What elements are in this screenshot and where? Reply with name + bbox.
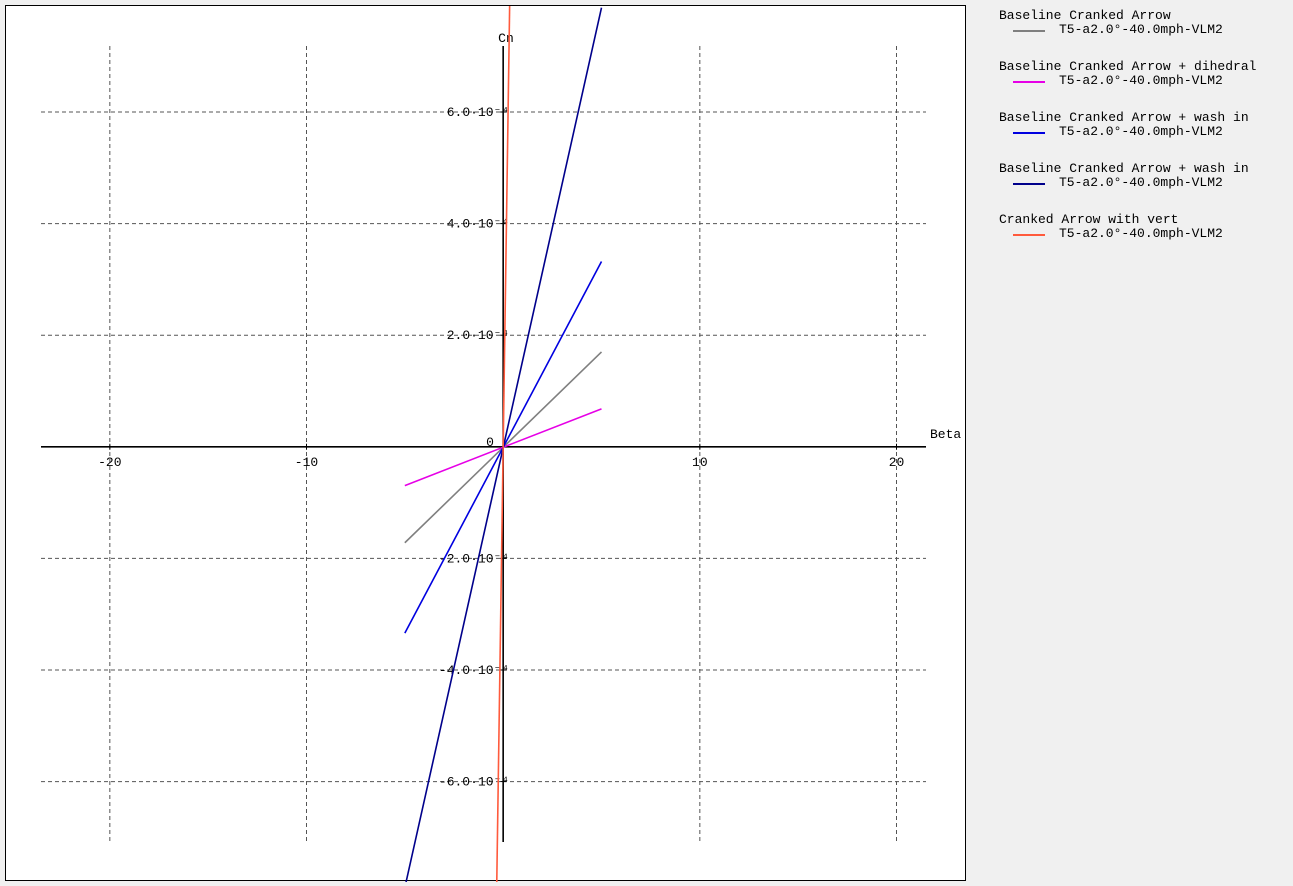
x-tick-label: 10 bbox=[692, 455, 708, 470]
legend-swatch bbox=[1013, 132, 1045, 134]
legend-series-name: Baseline Cranked Arrow + dihedral bbox=[999, 59, 1257, 74]
legend-swatch bbox=[1013, 81, 1045, 83]
x-tick-label: -10 bbox=[295, 455, 318, 470]
legend: Baseline Cranked Arrow T5-a2.0°-40.0mph-V… bbox=[999, 9, 1293, 264]
legend-series-name: Cranked Arrow with vert bbox=[999, 212, 1179, 227]
legend-swatch bbox=[1013, 183, 1045, 185]
legend-series-subtitle: T5-a2.0°-40.0mph-VLM2 bbox=[1059, 175, 1223, 190]
y-tick-label: 4.0·10⁻⁴ bbox=[447, 217, 509, 232]
x-tick-label: -20 bbox=[98, 455, 121, 470]
legend-entry[interactable]: Baseline Cranked Arrow T5-a2.0°-40.0mph-V… bbox=[999, 9, 1293, 60]
legend-entry[interactable]: Cranked Arrow with vert T5-a2.0°-40.0mph-… bbox=[999, 213, 1293, 264]
y-tick-label: -2.0·10⁻⁴ bbox=[439, 551, 509, 566]
legend-series-subtitle: T5-a2.0°-40.0mph-VLM2 bbox=[1059, 73, 1223, 88]
legend-series-subtitle: T5-a2.0°-40.0mph-VLM2 bbox=[1059, 22, 1223, 37]
y-tick-label: -4.0·10⁻⁴ bbox=[439, 663, 509, 678]
legend-swatch bbox=[1013, 30, 1045, 32]
legend-series-name: Baseline Cranked Arrow bbox=[999, 9, 1171, 23]
legend-entry[interactable]: Baseline Cranked Arrow + wash in T5-a2.0°… bbox=[999, 162, 1293, 213]
grid bbox=[41, 46, 926, 842]
y-tick-label: 2.0·10⁻⁴ bbox=[447, 328, 509, 343]
legend-series-subtitle: T5-a2.0°-40.0mph-VLM2 bbox=[1059, 226, 1223, 241]
y-axis-label: Cn bbox=[498, 31, 514, 46]
x-axis-label: Beta bbox=[930, 427, 961, 442]
x-tick-label: 20 bbox=[889, 455, 905, 470]
plot-panel[interactable]: Beta Cn 0 -20 -10 10 20 6.0·10⁻⁴ 4.0·10⁻⁴ 2.0·… bbox=[5, 5, 967, 882]
legend-entry[interactable]: Baseline Cranked Arrow + dihedral T5-a2.0… bbox=[999, 60, 1293, 111]
y-tick-label: 6.0·10⁻⁴ bbox=[447, 105, 509, 120]
legend-series-name: Baseline Cranked Arrow + wash in bbox=[999, 110, 1249, 125]
legend-entry[interactable]: Baseline Cranked Arrow + wash in T5-a2.0°… bbox=[999, 111, 1293, 162]
origin-label: 0 bbox=[486, 435, 494, 450]
plot-area[interactable]: Beta Cn 0 -20 -10 10 20 6.0·10⁻⁴ 4.0·10⁻⁴ 2.0·… bbox=[6, 6, 967, 882]
legend-series-name: Baseline Cranked Arrow + wash in bbox=[999, 161, 1249, 176]
axes: Beta Cn 0 bbox=[41, 31, 961, 842]
legend-swatch bbox=[1013, 234, 1045, 236]
legend-series-subtitle: T5-a2.0°-40.0mph-VLM2 bbox=[1059, 124, 1223, 139]
